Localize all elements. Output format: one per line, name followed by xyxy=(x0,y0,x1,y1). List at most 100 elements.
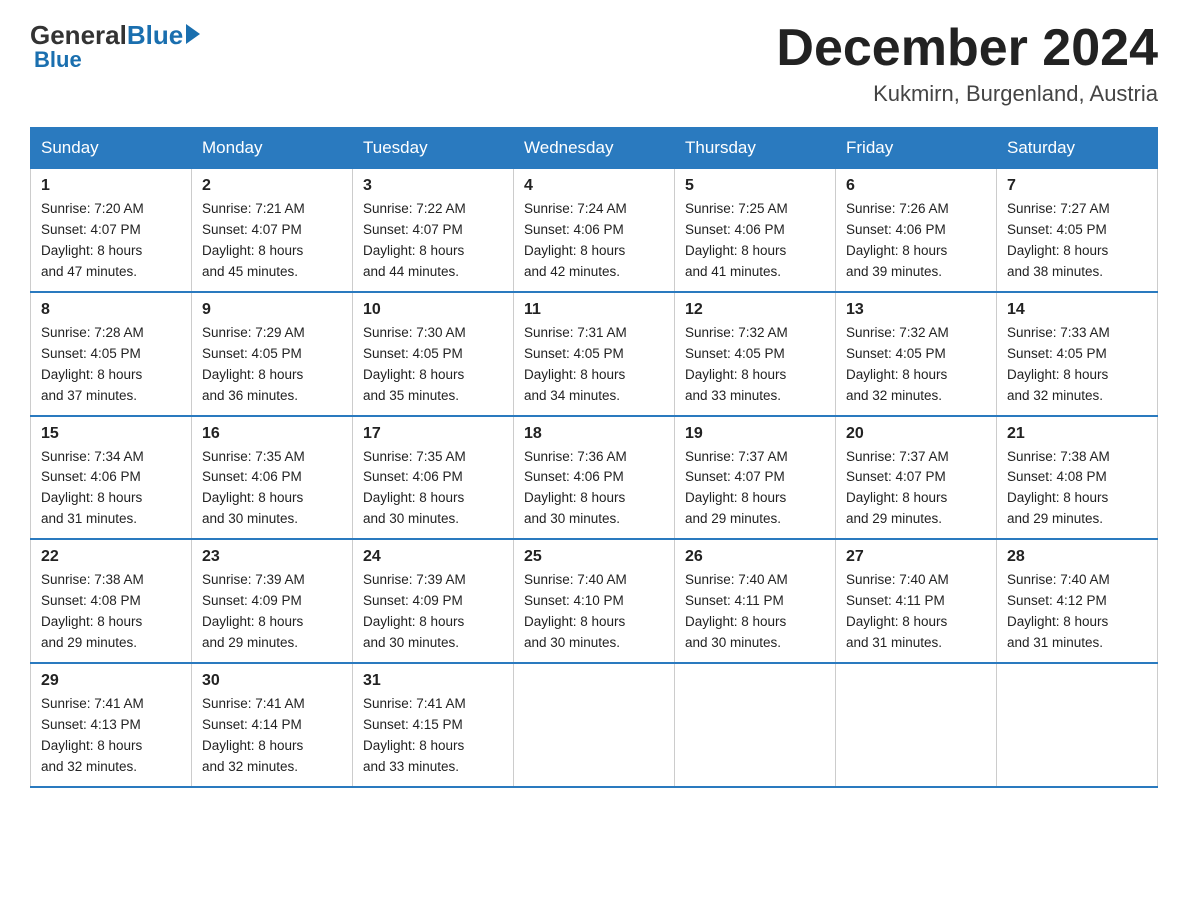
table-row: 3 Sunrise: 7:22 AM Sunset: 4:07 PM Dayli… xyxy=(353,169,514,292)
table-row: 11 Sunrise: 7:31 AM Sunset: 4:05 PM Dayl… xyxy=(514,292,675,416)
table-row: 16 Sunrise: 7:35 AM Sunset: 4:06 PM Dayl… xyxy=(192,416,353,540)
table-row: 17 Sunrise: 7:35 AM Sunset: 4:06 PM Dayl… xyxy=(353,416,514,540)
day-number: 26 xyxy=(685,548,825,566)
table-row xyxy=(675,663,836,787)
location-subtitle: Kukmirn, Burgenland, Austria xyxy=(776,81,1158,107)
logo-triangle-icon xyxy=(186,24,200,44)
logo-blue-text: Blue xyxy=(127,20,183,51)
table-row: 26 Sunrise: 7:40 AM Sunset: 4:11 PM Dayl… xyxy=(675,539,836,663)
table-row: 8 Sunrise: 7:28 AM Sunset: 4:05 PM Dayli… xyxy=(31,292,192,416)
day-number: 19 xyxy=(685,425,825,443)
header-wednesday: Wednesday xyxy=(514,128,675,169)
table-row xyxy=(836,663,997,787)
calendar-week-row: 22 Sunrise: 7:38 AM Sunset: 4:08 PM Dayl… xyxy=(31,539,1158,663)
header-right: December 2024 Kukmirn, Burgenland, Austr… xyxy=(776,20,1158,107)
table-row xyxy=(997,663,1158,787)
table-row: 23 Sunrise: 7:39 AM Sunset: 4:09 PM Dayl… xyxy=(192,539,353,663)
table-row: 30 Sunrise: 7:41 AM Sunset: 4:14 PM Dayl… xyxy=(192,663,353,787)
day-info: Sunrise: 7:35 AM Sunset: 4:06 PM Dayligh… xyxy=(363,447,503,531)
day-info: Sunrise: 7:27 AM Sunset: 4:05 PM Dayligh… xyxy=(1007,199,1147,283)
day-info: Sunrise: 7:33 AM Sunset: 4:05 PM Dayligh… xyxy=(1007,323,1147,407)
day-number: 30 xyxy=(202,672,342,690)
table-row: 18 Sunrise: 7:36 AM Sunset: 4:06 PM Dayl… xyxy=(514,416,675,540)
day-info: Sunrise: 7:30 AM Sunset: 4:05 PM Dayligh… xyxy=(363,323,503,407)
table-row: 29 Sunrise: 7:41 AM Sunset: 4:13 PM Dayl… xyxy=(31,663,192,787)
calendar-week-row: 8 Sunrise: 7:28 AM Sunset: 4:05 PM Dayli… xyxy=(31,292,1158,416)
day-info: Sunrise: 7:21 AM Sunset: 4:07 PM Dayligh… xyxy=(202,199,342,283)
day-info: Sunrise: 7:20 AM Sunset: 4:07 PM Dayligh… xyxy=(41,199,181,283)
table-row xyxy=(514,663,675,787)
day-number: 12 xyxy=(685,301,825,319)
day-info: Sunrise: 7:24 AM Sunset: 4:06 PM Dayligh… xyxy=(524,199,664,283)
day-number: 15 xyxy=(41,425,181,443)
day-info: Sunrise: 7:22 AM Sunset: 4:07 PM Dayligh… xyxy=(363,199,503,283)
day-info: Sunrise: 7:39 AM Sunset: 4:09 PM Dayligh… xyxy=(363,570,503,654)
day-info: Sunrise: 7:26 AM Sunset: 4:06 PM Dayligh… xyxy=(846,199,986,283)
table-row: 24 Sunrise: 7:39 AM Sunset: 4:09 PM Dayl… xyxy=(353,539,514,663)
day-info: Sunrise: 7:28 AM Sunset: 4:05 PM Dayligh… xyxy=(41,323,181,407)
day-info: Sunrise: 7:37 AM Sunset: 4:07 PM Dayligh… xyxy=(846,447,986,531)
day-number: 1 xyxy=(41,177,181,195)
table-row: 21 Sunrise: 7:38 AM Sunset: 4:08 PM Dayl… xyxy=(997,416,1158,540)
day-info: Sunrise: 7:32 AM Sunset: 4:05 PM Dayligh… xyxy=(846,323,986,407)
table-row: 31 Sunrise: 7:41 AM Sunset: 4:15 PM Dayl… xyxy=(353,663,514,787)
header-thursday: Thursday xyxy=(675,128,836,169)
calendar-week-row: 1 Sunrise: 7:20 AM Sunset: 4:07 PM Dayli… xyxy=(31,169,1158,292)
day-number: 7 xyxy=(1007,177,1147,195)
header-friday: Friday xyxy=(836,128,997,169)
header-saturday: Saturday xyxy=(997,128,1158,169)
day-number: 17 xyxy=(363,425,503,443)
day-number: 6 xyxy=(846,177,986,195)
day-info: Sunrise: 7:34 AM Sunset: 4:06 PM Dayligh… xyxy=(41,447,181,531)
day-number: 16 xyxy=(202,425,342,443)
table-row: 10 Sunrise: 7:30 AM Sunset: 4:05 PM Dayl… xyxy=(353,292,514,416)
table-row: 15 Sunrise: 7:34 AM Sunset: 4:06 PM Dayl… xyxy=(31,416,192,540)
logo-blue-label: Blue xyxy=(34,47,82,73)
calendar-week-row: 29 Sunrise: 7:41 AM Sunset: 4:13 PM Dayl… xyxy=(31,663,1158,787)
day-number: 11 xyxy=(524,301,664,319)
table-row: 19 Sunrise: 7:37 AM Sunset: 4:07 PM Dayl… xyxy=(675,416,836,540)
day-info: Sunrise: 7:40 AM Sunset: 4:11 PM Dayligh… xyxy=(846,570,986,654)
day-number: 21 xyxy=(1007,425,1147,443)
day-info: Sunrise: 7:29 AM Sunset: 4:05 PM Dayligh… xyxy=(202,323,342,407)
calendar-week-row: 15 Sunrise: 7:34 AM Sunset: 4:06 PM Dayl… xyxy=(31,416,1158,540)
day-number: 2 xyxy=(202,177,342,195)
table-row: 28 Sunrise: 7:40 AM Sunset: 4:12 PM Dayl… xyxy=(997,539,1158,663)
day-info: Sunrise: 7:39 AM Sunset: 4:09 PM Dayligh… xyxy=(202,570,342,654)
day-number: 25 xyxy=(524,548,664,566)
day-number: 18 xyxy=(524,425,664,443)
page-header: General Blue Blue December 2024 Kukmirn,… xyxy=(30,20,1158,107)
table-row: 27 Sunrise: 7:40 AM Sunset: 4:11 PM Dayl… xyxy=(836,539,997,663)
day-number: 24 xyxy=(363,548,503,566)
day-info: Sunrise: 7:41 AM Sunset: 4:13 PM Dayligh… xyxy=(41,694,181,778)
day-info: Sunrise: 7:38 AM Sunset: 4:08 PM Dayligh… xyxy=(41,570,181,654)
header-tuesday: Tuesday xyxy=(353,128,514,169)
table-row: 2 Sunrise: 7:21 AM Sunset: 4:07 PM Dayli… xyxy=(192,169,353,292)
table-row: 5 Sunrise: 7:25 AM Sunset: 4:06 PM Dayli… xyxy=(675,169,836,292)
day-number: 4 xyxy=(524,177,664,195)
day-info: Sunrise: 7:38 AM Sunset: 4:08 PM Dayligh… xyxy=(1007,447,1147,531)
day-info: Sunrise: 7:41 AM Sunset: 4:14 PM Dayligh… xyxy=(202,694,342,778)
header-monday: Monday xyxy=(192,128,353,169)
table-row: 14 Sunrise: 7:33 AM Sunset: 4:05 PM Dayl… xyxy=(997,292,1158,416)
day-info: Sunrise: 7:41 AM Sunset: 4:15 PM Dayligh… xyxy=(363,694,503,778)
day-info: Sunrise: 7:25 AM Sunset: 4:06 PM Dayligh… xyxy=(685,199,825,283)
table-row: 22 Sunrise: 7:38 AM Sunset: 4:08 PM Dayl… xyxy=(31,539,192,663)
day-number: 5 xyxy=(685,177,825,195)
day-info: Sunrise: 7:40 AM Sunset: 4:11 PM Dayligh… xyxy=(685,570,825,654)
day-number: 13 xyxy=(846,301,986,319)
month-title: December 2024 xyxy=(776,20,1158,77)
table-row: 6 Sunrise: 7:26 AM Sunset: 4:06 PM Dayli… xyxy=(836,169,997,292)
day-info: Sunrise: 7:32 AM Sunset: 4:05 PM Dayligh… xyxy=(685,323,825,407)
table-row: 4 Sunrise: 7:24 AM Sunset: 4:06 PM Dayli… xyxy=(514,169,675,292)
day-number: 14 xyxy=(1007,301,1147,319)
day-number: 10 xyxy=(363,301,503,319)
logo: General Blue Blue xyxy=(30,20,200,73)
day-info: Sunrise: 7:35 AM Sunset: 4:06 PM Dayligh… xyxy=(202,447,342,531)
calendar-table: Sunday Monday Tuesday Wednesday Thursday… xyxy=(30,127,1158,787)
table-row: 7 Sunrise: 7:27 AM Sunset: 4:05 PM Dayli… xyxy=(997,169,1158,292)
day-number: 8 xyxy=(41,301,181,319)
day-number: 20 xyxy=(846,425,986,443)
day-number: 27 xyxy=(846,548,986,566)
table-row: 13 Sunrise: 7:32 AM Sunset: 4:05 PM Dayl… xyxy=(836,292,997,416)
